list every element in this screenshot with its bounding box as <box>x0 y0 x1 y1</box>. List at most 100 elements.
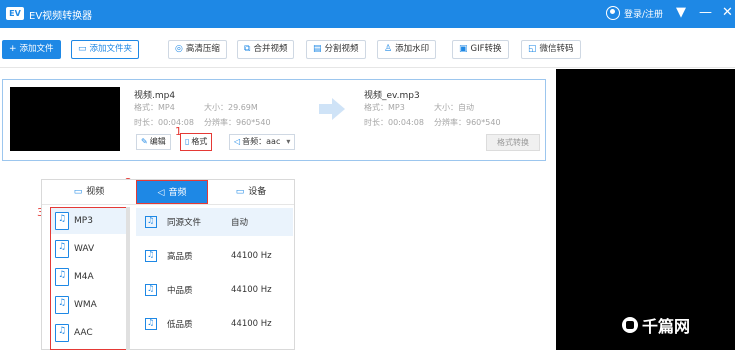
source-duration: 时长：00:04:08 <box>134 118 194 127</box>
music-icon <box>145 250 157 262</box>
quality-rate: 44100 Hz <box>231 319 272 329</box>
gif-convert-button[interactable]: ▣ GIF转换 <box>452 40 509 59</box>
watermark-icon-mark <box>622 317 638 333</box>
video-thumbnail[interactable] <box>10 87 120 151</box>
quality-rate: 44100 Hz <box>231 251 272 261</box>
audio-icon: ◁ <box>157 188 165 198</box>
music-file-icon <box>55 240 69 258</box>
quality-row-source[interactable]: 同源文件 自动 <box>136 208 293 236</box>
quality-row-high[interactable]: 高品质 44100 Hz <box>136 242 293 270</box>
watermark-logo: 千篇网 <box>622 313 690 337</box>
split-video-label: 分割视频 <box>324 44 359 54</box>
quality-rate: 自动 <box>231 218 249 228</box>
tab-video[interactable]: ▭ 视频 <box>42 180 136 204</box>
format-item-wav[interactable]: WAV <box>51 236 127 262</box>
add-folder-label: 添加文件夹 <box>89 44 133 54</box>
split-video-button[interactable]: ▤ 分割视频 <box>306 40 366 59</box>
music-file-icon <box>55 324 69 342</box>
wechat-transcode-button[interactable]: ◱ 微信转码 <box>521 40 581 59</box>
close-button[interactable]: ✕ <box>722 5 733 21</box>
target-format: 格式：MP3 <box>364 103 405 112</box>
quality-row-low[interactable]: 低品质 44100 Hz <box>136 310 293 338</box>
compress-icon: ◎ <box>175 44 183 54</box>
edit-icon: ✎ <box>141 137 148 146</box>
format-item-label: AAC <box>74 328 93 338</box>
quality-list: 同源文件 自动 高品质 44100 Hz 中品质 44100 Hz 低品质 44100 … <box>136 207 293 350</box>
music-icon <box>145 318 157 330</box>
watermark-text: 千篇网 <box>642 317 691 336</box>
add-file-button[interactable]: + 添加文件 <box>2 40 61 59</box>
toolbar: + 添加文件 ▭ 添加文件夹 ◎ 高清压缩 ⧉ 合并视频 ▤ 分割视频 ♙ 添加水印 ▣ GI… <box>0 28 735 68</box>
hd-compress-button[interactable]: ◎ 高清压缩 <box>168 40 227 59</box>
convert-button[interactable]: 格式转换 <box>486 134 540 151</box>
merge-video-button[interactable]: ⧉ 合并视频 <box>237 40 295 59</box>
format-item-aac[interactable]: AAC <box>51 320 127 346</box>
format-tabs: ▭ 视频 ◁ 音频 ▭ 设备 <box>42 180 294 205</box>
music-file-icon <box>55 268 69 286</box>
video-preview <box>556 69 735 350</box>
format-item-wma[interactable]: WMA <box>51 292 127 318</box>
format-item-m4a[interactable]: M4A <box>51 264 127 290</box>
tab-video-label: 视频 <box>86 187 105 197</box>
source-format: 格式：MP4 <box>134 103 175 112</box>
audio-label: 音频：aac <box>242 137 281 146</box>
wechat-icon: ◱ <box>528 44 537 54</box>
tab-device[interactable]: ▭ 设备 <box>208 180 294 204</box>
speaker-icon: ◁ <box>234 137 241 146</box>
music-file-icon <box>55 296 69 314</box>
step-1-marker: 1 <box>175 125 182 138</box>
edit-label: 编辑 <box>149 137 166 146</box>
quality-rate: 44100 Hz <box>231 285 272 295</box>
dropdown-menu-icon[interactable]: ▼ <box>676 5 686 21</box>
quality-name: 低品质 <box>167 320 193 330</box>
add-folder-button[interactable]: ▭ 添加文件夹 <box>71 40 140 59</box>
file-item-card: 视频.mp4 格式：MP4 大小：29.69M 时长：00:04:08 分辨率：… <box>2 79 546 161</box>
audio-track-select[interactable]: ◁ 音频：aac ▾ <box>229 134 296 150</box>
source-size: 大小：29.69M <box>204 103 258 112</box>
music-file-icon <box>55 212 69 230</box>
chevron-down-icon: ▾ <box>286 137 291 146</box>
login-button[interactable]: 登录/注册 <box>606 6 663 20</box>
video-icon: ▭ <box>73 187 83 197</box>
quality-name: 中品质 <box>167 286 193 296</box>
format-item-mp3[interactable]: MP3 <box>51 208 127 234</box>
audio-format-list: MP3 WAV M4A WMA AAC <box>50 207 128 350</box>
format-item-label: WMA <box>74 300 97 310</box>
document-icon: ▯ <box>185 137 190 146</box>
plus-icon: + <box>9 44 17 54</box>
gif-icon: ▣ <box>459 44 468 54</box>
target-duration: 时长：00:04:08 <box>364 118 424 127</box>
title-bar: EV EV视频转换器 登录/注册 ▼ — ✕ <box>0 0 735 28</box>
minimize-button[interactable]: — <box>699 5 712 21</box>
add-watermark-label: 添加水印 <box>395 44 430 54</box>
app-logo: EV <box>6 7 24 20</box>
arrow-right-icon <box>319 98 345 120</box>
watermark-icon: ♙ <box>384 44 393 54</box>
add-watermark-button[interactable]: ♙ 添加水印 <box>377 40 437 59</box>
app-title: EV视频转换器 <box>29 11 93 22</box>
format-item-label: M4A <box>74 272 94 282</box>
split-icon: ▤ <box>313 44 322 54</box>
format-label: 格式 <box>191 137 208 146</box>
quality-row-medium[interactable]: 中品质 44100 Hz <box>136 276 293 304</box>
format-item-label: MP3 <box>74 216 93 226</box>
target-resolution: 分辨率：960*540 <box>434 118 501 127</box>
target-size: 大小：自动 <box>434 103 474 112</box>
format-list-scrollbar[interactable] <box>126 207 130 350</box>
tab-device-label: 设备 <box>248 187 267 197</box>
source-file-name: 视频.mp4 <box>134 91 176 101</box>
format-button[interactable]: ▯ 格式 <box>180 133 213 151</box>
wechat-transcode-label: 微信转码 <box>539 44 574 54</box>
user-icon <box>606 6 620 20</box>
music-icon <box>145 284 157 296</box>
source-resolution: 分辨率：960*540 <box>204 118 271 127</box>
merge-video-label: 合并视频 <box>253 44 288 54</box>
gif-convert-label: GIF转换 <box>470 44 502 54</box>
format-panel: ▭视频 ◁音频 ▭设备 MP3 WAV M4A WMA AAC 同源文件自动 高… <box>41 179 295 350</box>
login-label: 登录/注册 <box>624 9 664 20</box>
edit-button[interactable]: ✎ 编辑 <box>136 134 171 150</box>
hd-compress-label: 高清压缩 <box>185 44 220 54</box>
music-icon <box>145 216 157 228</box>
quality-name: 高品质 <box>167 252 193 262</box>
tab-audio[interactable]: ◁ 音频 <box>136 180 208 204</box>
